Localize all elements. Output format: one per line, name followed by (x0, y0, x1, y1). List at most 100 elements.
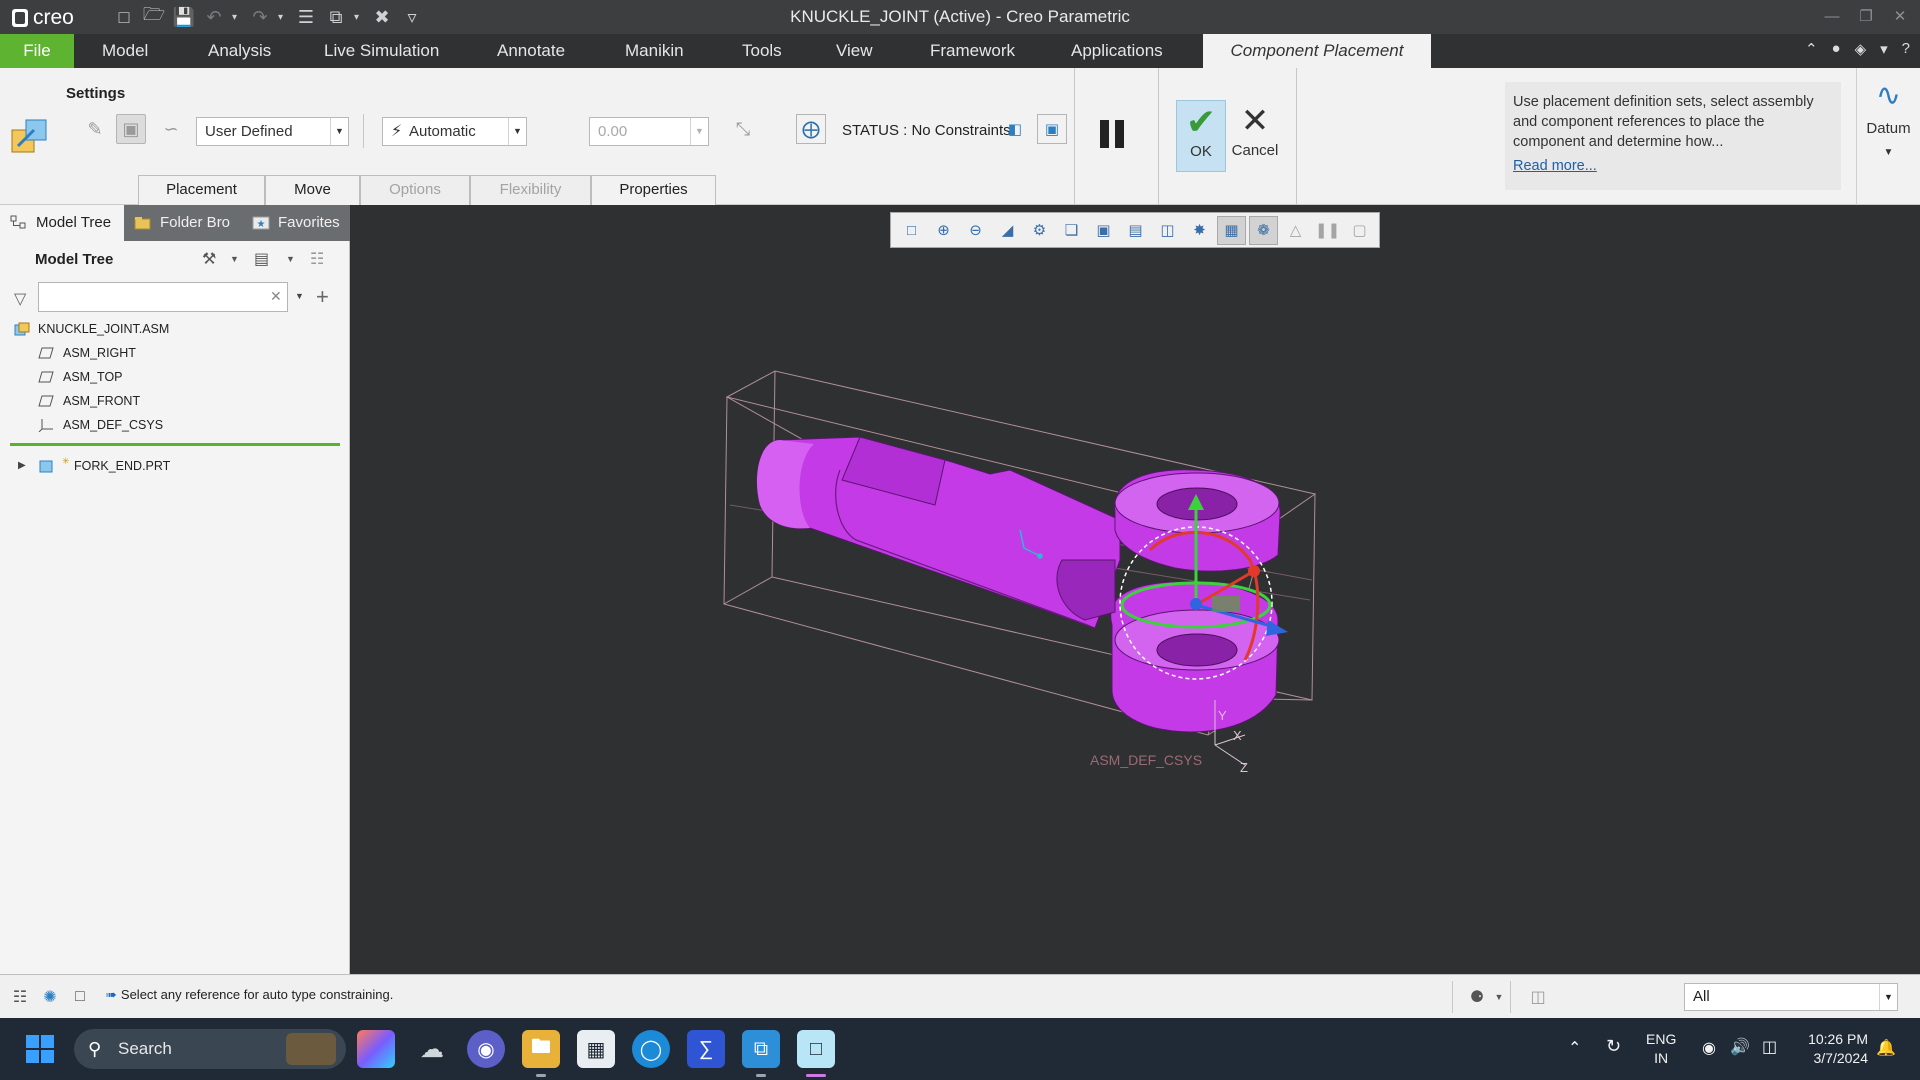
chevron-down-icon[interactable]: ▼ (286, 254, 295, 264)
annotation-display-icon[interactable]: ▦ (1217, 215, 1246, 245)
open-folder-icon[interactable]: 🗁 (142, 4, 166, 29)
cancel-button[interactable]: ✕ Cancel (1230, 100, 1280, 172)
tree-item-knuckle-joint[interactable]: KNUCKLE_JOINT.ASM (0, 318, 169, 340)
teams-icon[interactable]: ◉ (467, 1030, 505, 1068)
chevron-down-icon[interactable]: ▼ (1492, 985, 1506, 1009)
tab-model[interactable]: Model (88, 34, 162, 68)
minimize-icon[interactable]: — (1820, 4, 1844, 28)
creo-parametric-icon[interactable]: □ (797, 1030, 835, 1068)
network-icon[interactable]: ◉ (1702, 1038, 1716, 1080)
save-icon[interactable]: 💾 (172, 5, 196, 29)
volume-icon[interactable]: 🔊 (1730, 1037, 1750, 1080)
graphics-window[interactable] (351, 205, 1920, 974)
windows-start-icon[interactable] (21, 1030, 59, 1068)
regenerate-icon[interactable]: ☰ (294, 5, 318, 29)
constraint-type-dropdown[interactable]: ⚡ Automatic ▼ (382, 117, 527, 146)
full-screen-icon[interactable]: □ (68, 985, 92, 1009)
chevron-down-icon[interactable]: ▼ (230, 254, 239, 264)
options-dropdown-icon[interactable]: ▾ (1880, 40, 1888, 58)
separate-window-icon[interactable]: ▣ (116, 114, 146, 144)
redo-icon[interactable]: ↷ (248, 5, 272, 29)
tab-analysis[interactable]: Analysis (194, 34, 285, 68)
undo-dropdown-icon[interactable]: ▾ (232, 12, 242, 23)
tab-tools[interactable]: Tools (728, 34, 796, 68)
tab-manikin[interactable]: Manikin (611, 34, 698, 68)
dragger-display-icon[interactable]: ❁ (1249, 215, 1278, 245)
input-language[interactable]: ENG IN (1646, 1030, 1676, 1080)
learning-icon[interactable]: ◈ (1855, 40, 1867, 58)
subtab-placement[interactable]: Placement (138, 175, 265, 205)
tree-filter-columns-icon[interactable]: ☷ (310, 249, 324, 269)
find-icon[interactable]: ⚈ (1462, 985, 1492, 1009)
read-more-link[interactable]: Read more... (1513, 156, 1833, 176)
insert-here-indicator[interactable] (10, 443, 340, 446)
flip-constraint-icon[interactable]: ⤡ (728, 114, 758, 144)
stop-icon[interactable]: ▢ (1345, 216, 1374, 245)
minimize-ribbon-icon[interactable]: ⌃ (1805, 40, 1818, 58)
tab-file[interactable]: File (0, 34, 74, 68)
weather-icon[interactable]: ☁ (413, 1030, 451, 1068)
close-window-icon[interactable]: ✖ (370, 5, 394, 29)
tab-annotate[interactable]: Annotate (483, 34, 579, 68)
spin-center-icon[interactable]: ⚙ (1025, 216, 1054, 245)
tree-item-fork-end[interactable]: ▶ ✳ FORK_END.PRT (0, 455, 170, 477)
repaint-icon[interactable]: ◢ (993, 216, 1022, 245)
tab-favorites[interactable]: ★ Favorites (242, 205, 350, 241)
selected-items-icon[interactable]: ◫ (1526, 985, 1550, 1009)
selection-filter-dropdown[interactable]: All ▼ (1684, 983, 1898, 1011)
tab-live-simulation[interactable]: Live Simulation (310, 34, 453, 68)
taskbar-search[interactable]: ⚲ Search (74, 1029, 346, 1069)
navigator-toggle-icon[interactable]: ☷ (8, 985, 32, 1009)
tree-settings-icon[interactable]: ⚒ (202, 249, 216, 269)
tab-model-tree[interactable]: Model Tree (0, 205, 124, 241)
connection-icon[interactable]: ∽ (156, 114, 186, 144)
mathcad-icon[interactable]: ∑ (687, 1030, 725, 1068)
tab-framework[interactable]: Framework (916, 34, 1029, 68)
help-icon[interactable]: ? (1902, 40, 1910, 58)
tree-item-asm-top[interactable]: ASM_TOP (0, 366, 123, 388)
saved-orientations-icon[interactable]: ▣ (1089, 216, 1118, 245)
zoom-out-icon[interactable]: ⊖ (961, 216, 990, 245)
battery-icon[interactable]: ◫ (1762, 1037, 1777, 1080)
windows-icon[interactable]: ⧉ (324, 5, 348, 29)
assembly-placement-icon[interactable] (10, 116, 50, 156)
pause-icon[interactable] (1100, 120, 1130, 154)
tab-folder-browser[interactable]: Folder Bro (124, 205, 242, 241)
show-icon[interactable]: ▤ (254, 249, 269, 269)
windows-dropdown-icon[interactable]: ▾ (354, 12, 364, 23)
notifications-icon[interactable]: 🔔 (1876, 1038, 1896, 1080)
customize-qat-icon[interactable]: ▿ (400, 5, 424, 29)
datum-group[interactable]: ∿ Datum ▼ (1856, 68, 1920, 205)
browser-toggle-icon[interactable]: ✺ (38, 985, 62, 1009)
microsoft-store-icon[interactable]: ▦ (577, 1030, 615, 1068)
ok-button[interactable]: ✔ OK (1176, 100, 1226, 172)
tab-component-placement[interactable]: Component Placement (1203, 34, 1431, 68)
tree-search-input[interactable] (38, 282, 288, 312)
refit-icon[interactable]: □ (897, 216, 926, 245)
clear-icon[interactable]: ✕ (270, 288, 282, 305)
redo-dropdown-icon[interactable]: ▾ (278, 12, 288, 23)
edge-icon[interactable]: ◯ (632, 1030, 670, 1068)
chevron-down-icon[interactable]: ▼ (295, 291, 304, 301)
creo-app-icon[interactable]: ⧉ (742, 1030, 780, 1068)
collision-icon[interactable]: △ (1281, 216, 1310, 245)
zoom-in-icon[interactable]: ⊕ (929, 216, 958, 245)
close-icon[interactable]: ✕ (1888, 4, 1912, 28)
show-hidden-icons-icon[interactable]: ⌃ (1568, 1038, 1581, 1080)
tab-applications[interactable]: Applications (1057, 34, 1177, 68)
clock[interactable]: 10:26 PM 3/7/2024 (1798, 1030, 1868, 1080)
constraint-set-dropdown[interactable]: User Defined ▼ (196, 117, 349, 146)
sync-icon[interactable]: ↻ (1606, 1036, 1621, 1080)
new-file-icon[interactable]: □ (112, 5, 136, 29)
expand-arrow-icon[interactable]: ▶ (18, 455, 26, 477)
view-manager-icon[interactable]: ▤ (1121, 216, 1150, 245)
user-interface-icon[interactable]: ✎ (80, 114, 110, 144)
display-style-icon[interactable]: ❏ (1057, 216, 1086, 245)
user-icon[interactable]: ● (1832, 40, 1841, 58)
offset-input[interactable]: 0.00 ▼ (589, 117, 709, 146)
subtab-properties[interactable]: Properties (591, 175, 716, 205)
separate-window-view-icon[interactable]: ◧ (1003, 114, 1027, 144)
tree-item-asm-front[interactable]: ASM_FRONT (0, 390, 140, 412)
restore-icon[interactable]: ❐ (1854, 4, 1878, 28)
perspective-icon[interactable]: ◫ (1153, 216, 1182, 245)
